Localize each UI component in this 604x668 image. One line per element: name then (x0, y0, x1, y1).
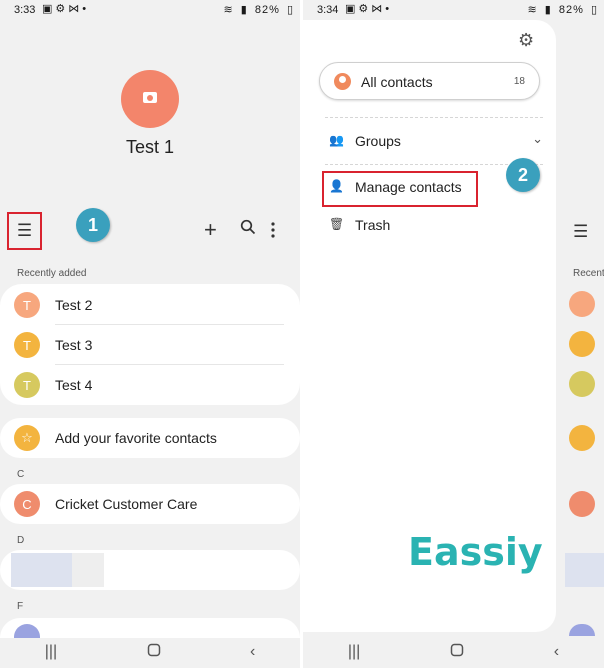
section-label-peek: Recent (573, 268, 604, 279)
star-icon: ☆ (14, 425, 40, 451)
wifi-icon: ≋ (527, 4, 538, 16)
contact-name: Test 4 (55, 377, 93, 393)
section-f: F (17, 601, 24, 612)
profile-name: Test 1 (125, 137, 175, 157)
groups-label: Groups (355, 133, 401, 149)
section-recently-added: Recently added (17, 268, 87, 279)
battery-text: 82% (558, 4, 584, 16)
trash-label: Trash (355, 217, 391, 233)
battery-text: 82% (254, 4, 280, 16)
signal-icon: ▮ (544, 4, 552, 16)
left-screen: 3:33 ▣⚙⋈• ≋ ▮ 82% ▯ Test 1 ☰ 1 + Recentl… (0, 0, 300, 668)
status-time: 3:34 (317, 4, 339, 16)
battery-icon: ▯ (590, 4, 598, 16)
contact-card-f[interactable] (0, 618, 300, 638)
status-right: ≋ ▮ 82% ▯ (524, 3, 598, 16)
all-contacts-count: 18 (513, 76, 525, 87)
all-contacts-button[interactable]: All contacts 18 (319, 62, 540, 100)
list-item[interactable]: C Cricket Customer Care (0, 484, 300, 524)
peek-blurred (565, 553, 604, 587)
status-time: 3:33 (14, 4, 36, 16)
back-icon[interactable]: ‹ (250, 643, 255, 661)
battery-icon: ▯ (286, 4, 294, 16)
step-badge-2: 2 (506, 158, 540, 192)
menu-button[interactable]: ☰ (7, 212, 42, 250)
contact-name: Test 3 (55, 337, 93, 353)
signal-icon: ▮ (240, 4, 248, 16)
blurred-name (72, 553, 104, 587)
highlight-box (322, 171, 478, 207)
list-item[interactable]: T Test 3 (0, 325, 300, 365)
favorites-card[interactable]: ☆ Add your favorite contacts (0, 418, 300, 458)
groups-item[interactable]: 👥 Groups ⌄ (323, 130, 543, 154)
trash-item[interactable]: 🗑 Trash (323, 214, 543, 238)
contact-avatar: C (14, 491, 40, 517)
blurred-avatar (11, 553, 72, 587)
background-list-peek: ☰ Recent (556, 20, 604, 632)
home-icon[interactable] (147, 643, 161, 662)
gear-icon[interactable]: ⚙ (518, 30, 534, 51)
groups-icon: 👥 (329, 133, 344, 147)
person-icon (334, 73, 351, 90)
camera-icon (143, 92, 157, 103)
navigation-drawer: ⚙ All contacts 18 👥 Groups ⌄ 👤 Manage co… (303, 20, 556, 632)
contact-card-d[interactable] (0, 550, 300, 590)
add-favorites-label: Add your favorite contacts (55, 430, 217, 446)
contact-name: Cricket Customer Care (55, 496, 198, 512)
list-item[interactable]: T Test 4 (0, 365, 300, 405)
contact-avatar: T (14, 372, 40, 398)
list-item[interactable]: T Test 2 (0, 285, 300, 325)
peek-avatar (569, 331, 595, 357)
contact-avatar: T (14, 292, 40, 318)
status-bar: 3:34 ▣⚙⋈• ≋ ▮ 82% ▯ (303, 0, 604, 20)
recent-card: T Test 2 T Test 3 T Test 4 (0, 284, 300, 405)
step-badge-1: 1 (76, 208, 110, 242)
peek-avatar (569, 291, 595, 317)
profile-avatar[interactable] (121, 70, 179, 128)
peek-avatar (569, 371, 595, 397)
contact-avatar: T (14, 332, 40, 358)
search-icon[interactable] (240, 219, 256, 240)
trash-icon: 🗑 (329, 217, 345, 231)
navigation-bar: ||| ‹ (0, 636, 300, 668)
wifi-icon: ≋ (223, 4, 234, 16)
peek-avatar (569, 491, 595, 517)
status-right: ≋ ▮ 82% ▯ (220, 3, 294, 16)
status-bar: 3:33 ▣⚙⋈• ≋ ▮ 82% ▯ (0, 0, 300, 20)
back-icon[interactable]: ‹ (554, 643, 559, 661)
section-d: D (17, 535, 25, 546)
notification-icons: ▣⚙⋈• (42, 3, 90, 15)
contact-card-c[interactable]: C Cricket Customer Care (0, 484, 300, 524)
recents-icon[interactable]: ||| (45, 643, 57, 661)
notification-icons: ▣⚙⋈• (345, 3, 393, 15)
recents-icon[interactable]: ||| (348, 643, 360, 661)
all-contacts-label: All contacts (361, 74, 433, 90)
chevron-down-icon[interactable]: ⌄ (532, 131, 543, 147)
right-screen: 3:34 ▣⚙⋈• ≋ ▮ 82% ▯ ☰ Recent ⚙ All conta… (303, 0, 604, 668)
watermark: Eassiy (408, 530, 543, 574)
home-icon[interactable] (450, 643, 464, 662)
contact-name: Test 2 (55, 297, 93, 313)
divider (325, 117, 543, 118)
hamburger-icon: ☰ (16, 221, 33, 240)
hamburger-icon: ☰ (573, 222, 589, 241)
add-icon[interactable]: + (204, 217, 217, 243)
add-favorites-row[interactable]: ☆ Add your favorite contacts (0, 418, 300, 458)
more-options-icon[interactable] (270, 222, 276, 243)
section-c: C (17, 469, 25, 480)
peek-star-avatar (569, 425, 595, 451)
navigation-bar: ||| ‹ (303, 636, 604, 668)
